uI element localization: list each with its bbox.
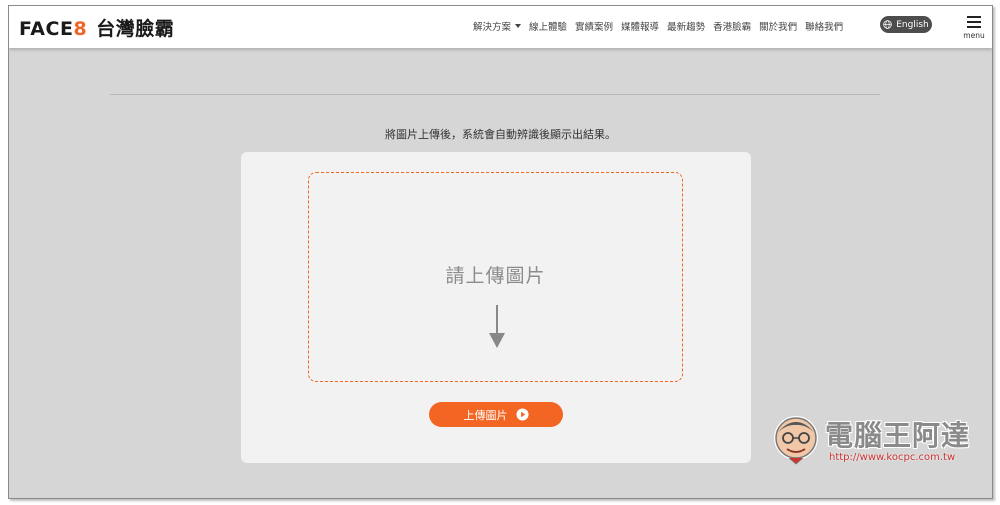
nav-item-trends[interactable]: 最新趨勢 <box>667 19 705 33</box>
upload-instructions: 將圖片上傳後，系統會自動辨識後顯示出結果。 <box>385 128 616 141</box>
logo-brand: FACE <box>19 18 74 40</box>
section-divider <box>110 94 880 95</box>
nav-item-contact[interactable]: 聯絡我們 <box>805 19 843 33</box>
main-nav: 解決方案 線上體驗 實績案例 媒體報導 最新趨勢 香港臉霸 關於我們 聯絡我們 <box>473 19 843 33</box>
logo-digit: 8 <box>73 18 88 40</box>
nav-item-online-demo[interactable]: 線上體驗 <box>529 19 567 33</box>
site-header: FACE8 台灣臉霸 解決方案 線上體驗 實績案例 媒體報導 最新趨勢 香港臉霸… <box>9 6 992 48</box>
nav-item-about[interactable]: 關於我們 <box>759 19 797 33</box>
drop-zone-title: 請上傳圖片 <box>445 265 546 287</box>
watermark-url: http://www.kocpc.com.tw <box>829 452 956 463</box>
upload-button-label: 上傳圖片 <box>463 408 508 422</box>
site-logo[interactable]: FACE8 台灣臉霸 <box>19 14 174 41</box>
site-watermark: 電腦王阿達 http://www.kocpc.com.tw <box>769 408 992 470</box>
logo-chinese: 台灣臉霸 <box>96 18 175 40</box>
globe-icon <box>883 20 893 29</box>
arrow-down-icon <box>489 305 505 348</box>
language-button[interactable]: English <box>880 16 932 33</box>
language-label: English <box>896 19 929 30</box>
mascot-icon <box>774 416 818 465</box>
upload-card: 請上傳圖片 上傳圖片 <box>241 152 751 463</box>
menu-button[interactable]: menu <box>961 16 987 44</box>
menu-label: menu <box>963 31 985 40</box>
nav-item-media[interactable]: 媒體報導 <box>621 19 659 33</box>
hamburger-icon <box>967 16 981 28</box>
browser-frame: FACE8 台灣臉霸 解決方案 線上體驗 實績案例 媒體報導 最新趨勢 香港臉霸… <box>8 5 993 499</box>
nav-item-hong-kong[interactable]: 香港臉霸 <box>713 19 751 33</box>
nav-item-case-studies[interactable]: 實績案例 <box>575 19 613 33</box>
nav-item-label: 解決方案 <box>473 22 512 33</box>
upload-image-button[interactable]: 上傳圖片 <box>429 402 563 427</box>
nav-item-solutions[interactable]: 解決方案 <box>473 19 522 33</box>
watermark-title: 電腦王阿達 <box>825 419 971 452</box>
image-drop-zone[interactable]: 請上傳圖片 <box>308 172 683 382</box>
play-circle-icon <box>515 408 529 421</box>
caret-down-icon <box>515 24 522 28</box>
